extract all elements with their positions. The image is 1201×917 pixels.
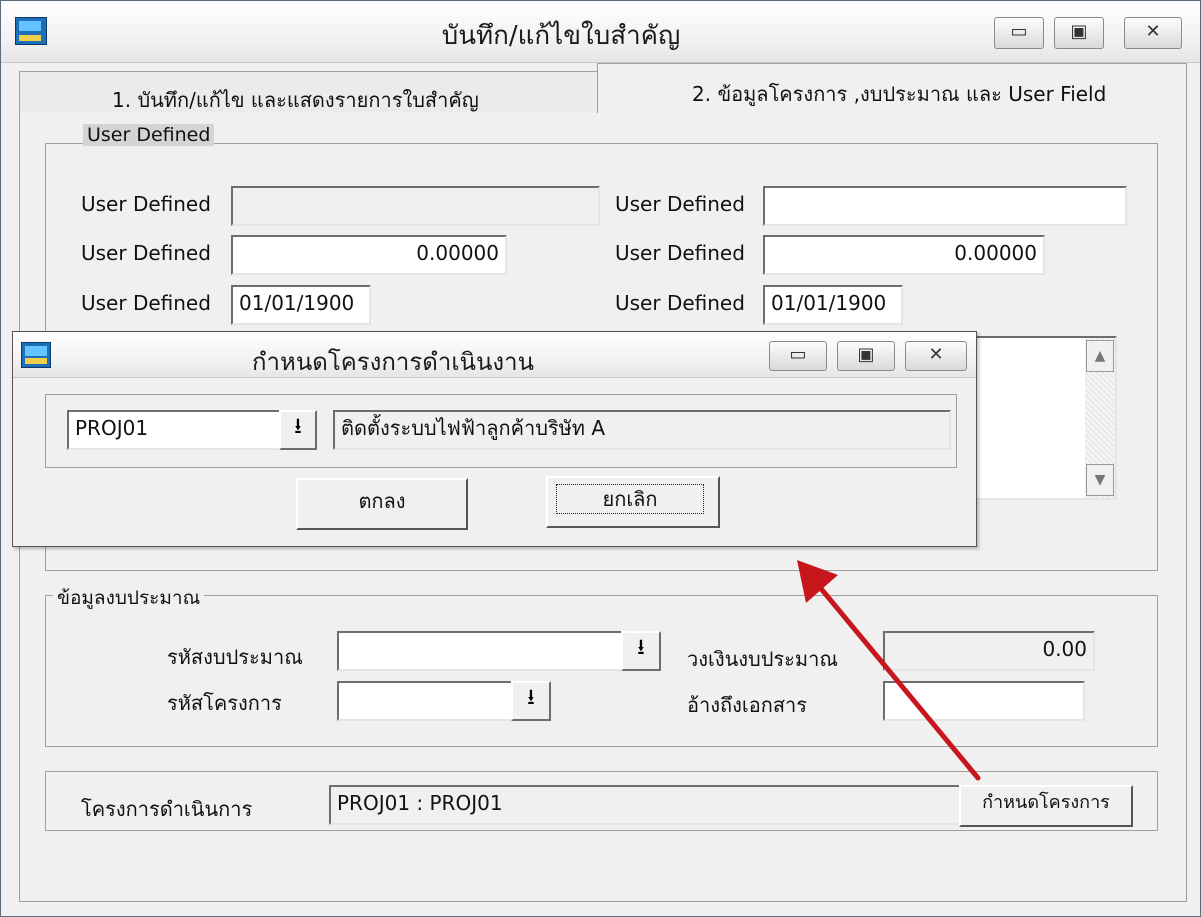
arrow-head	[797, 560, 838, 603]
arrow-shaft	[815, 582, 981, 781]
annotation-arrow	[797, 560, 981, 781]
